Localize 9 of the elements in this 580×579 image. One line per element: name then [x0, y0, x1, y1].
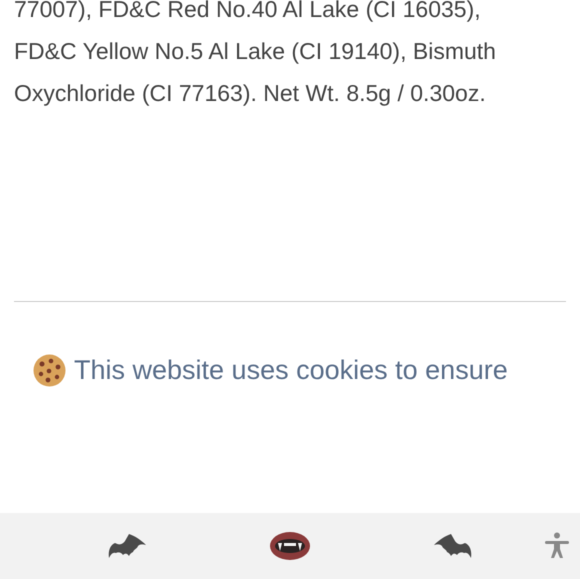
vampire-lips-icon[interactable]	[268, 531, 310, 561]
bat-icon[interactable]	[106, 533, 146, 559]
ingredients-text: FD&C Yellow No.5 Al Lake (CI 19140), Bismuth	[14, 37, 497, 66]
ingredients-text: 77007), FD&C Red No.40 Al Lake (CI 16035),	[14, 0, 482, 24]
bat-icon[interactable]	[432, 533, 472, 559]
cookie-icon	[33, 354, 66, 387]
ingredients-text: Oxychloride (CI 77163). Net Wt. 8.5g / 0.30oz.	[14, 79, 487, 108]
cookie-notice-text: This website uses cookies to ensure	[74, 354, 508, 387]
accessibility-icon[interactable]	[544, 532, 570, 560]
